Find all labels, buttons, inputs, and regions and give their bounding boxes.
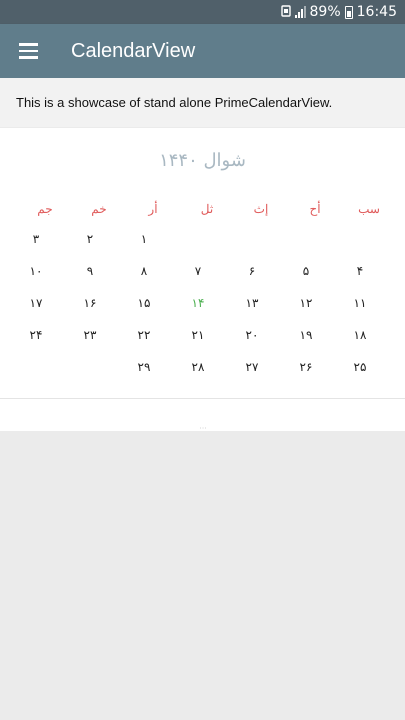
day-cell[interactable]: ۹ — [63, 260, 117, 292]
day-cell[interactable]: ۲۲ — [117, 324, 171, 356]
day-cell[interactable]: ۲ — [63, 228, 117, 260]
days-grid: ۱ ۲ ۳ ۴ ۵ ۶ ۷ ۸ ۹ ۱۰ ۱۱ ۱۲ ۱۳ ۱۴ ۱۵ ۱۶ ۱۷ ۱۸ ۱۹ ۲۰ ۲۱ ۲۲ ۲۳ ۲۴ ۲… — [9, 228, 387, 388]
day-cell[interactable]: ۴ — [333, 260, 387, 292]
day-cell[interactable]: ۸ — [117, 260, 171, 292]
day-cell[interactable]: ۲۷ — [225, 356, 279, 388]
day-cell[interactable]: ۱۱ — [333, 292, 387, 324]
day-cell[interactable]: ۱۳ — [225, 292, 279, 324]
menu-icon[interactable] — [0, 24, 56, 78]
day-cell[interactable]: ۲۵ — [333, 356, 387, 388]
day-cell[interactable]: ۷ — [171, 260, 225, 292]
day-cell[interactable]: ۳ — [9, 228, 63, 260]
drag-handle[interactable]: ··· — [196, 425, 210, 433]
weekday-label: خم — [91, 202, 107, 216]
weekday-label: سب — [358, 202, 380, 216]
weekday-label: ثل — [200, 202, 214, 216]
clock: 16:45 — [356, 4, 397, 20]
day-cell[interactable]: ۲۰ — [225, 324, 279, 356]
day-cell[interactable]: ۵ — [279, 260, 333, 292]
weekday-label: إث — [253, 202, 269, 216]
day-cell[interactable]: ۲۴ — [9, 324, 63, 356]
weekday-header: سب أح إث ثل أر خم جم — [0, 202, 405, 222]
battery-percent: 89% — [309, 4, 341, 20]
day-cell[interactable]: ۱۶ — [63, 292, 117, 324]
day-cell[interactable]: ۶ — [225, 260, 279, 292]
day-cell-today[interactable]: ۱۴ — [171, 292, 225, 324]
month-title[interactable]: شوال ۱۴۴۰ — [0, 150, 405, 171]
day-cell[interactable]: ۱۸ — [333, 324, 387, 356]
calendar-view[interactable]: شوال ۱۴۴۰ سب أح إث ثل أر خم جم ۱ ۲ ۳ ۴ ۵ ۶ ۷ ۸ ۹ ۱۰ ۱۱ ۱۲… — [0, 128, 405, 433]
app-bar: CalendarView — [0, 24, 405, 78]
status-bar: 89% 16:45 — [0, 0, 405, 24]
day-cell[interactable]: ۲۸ — [171, 356, 225, 388]
day-cell[interactable]: ۱۲ — [279, 292, 333, 324]
description-text: This is a showcase of stand alone PrimeC… — [0, 78, 405, 127]
day-cell[interactable]: ۱۰ — [9, 260, 63, 292]
notification-icon — [280, 5, 291, 19]
battery-icon — [344, 5, 353, 19]
signal-icon — [294, 6, 306, 18]
day-cell[interactable]: ۲۹ — [117, 356, 171, 388]
day-cell[interactable]: ۲۶ — [279, 356, 333, 388]
day-cell[interactable]: ۲۱ — [171, 324, 225, 356]
day-cell[interactable]: ۱ — [117, 228, 171, 260]
day-cell[interactable]: ۲۳ — [63, 324, 117, 356]
day-cell[interactable]: ۱۷ — [9, 292, 63, 324]
app-title: CalendarView — [71, 39, 196, 62]
divider — [0, 398, 405, 399]
weekday-label: جم — [37, 202, 53, 216]
weekday-label: أر — [148, 202, 158, 216]
weekday-label: أح — [309, 202, 321, 216]
day-cell[interactable]: ۱۵ — [117, 292, 171, 324]
day-cell[interactable]: ۱۹ — [279, 324, 333, 356]
